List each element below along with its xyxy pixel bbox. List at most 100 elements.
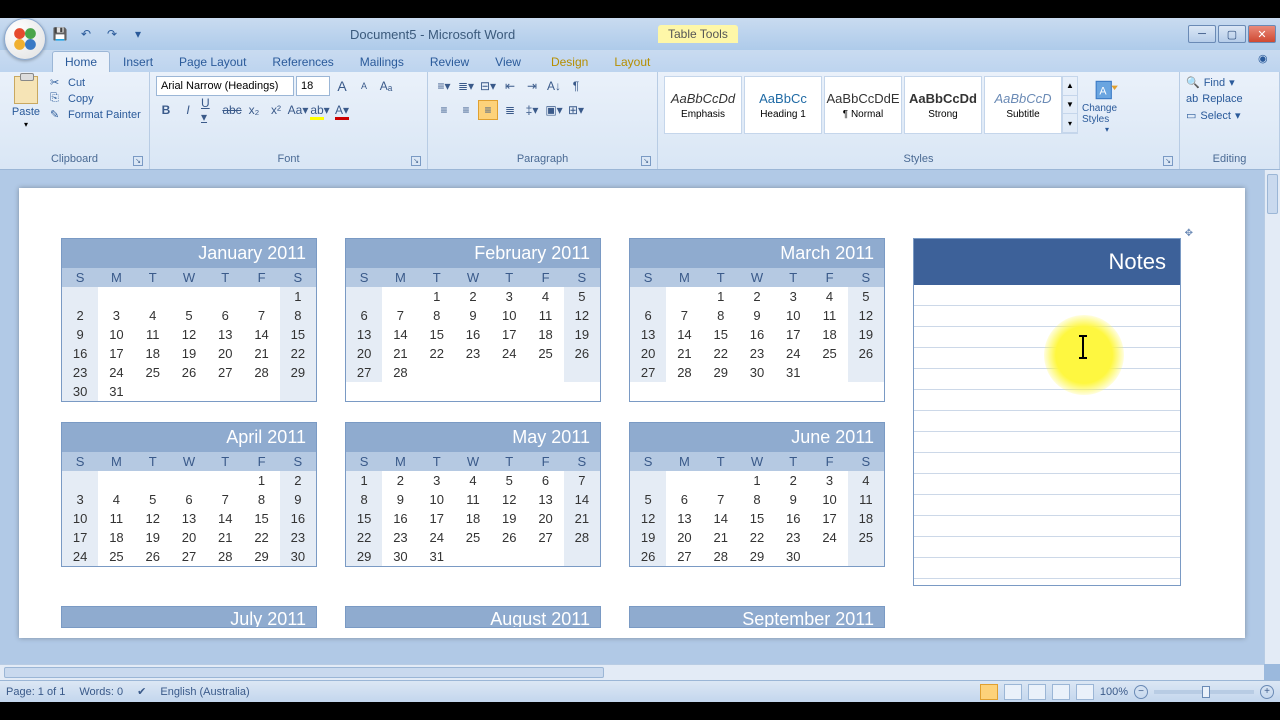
group-styles: AaBbCcDdEmphasisAaBbCcHeading 1AaBbCcDdE… <box>658 72 1180 169</box>
word-count[interactable]: Words: 0 <box>79 686 123 698</box>
bold-button[interactable]: B <box>156 100 176 120</box>
group-editing: 🔍Find ▾ abReplace ▭Select ▾ Editing <box>1180 72 1280 169</box>
align-center-button[interactable]: ≡ <box>456 100 476 120</box>
group-font: Arial Narrow (Headings) 18 A A Aₐ B I U … <box>150 72 428 169</box>
align-right-button[interactable]: ≡ <box>478 100 498 120</box>
tab-insert[interactable]: Insert <box>110 51 166 72</box>
change-case-button[interactable]: Aa▾ <box>288 100 308 120</box>
save-icon[interactable]: 💾 <box>52 26 68 42</box>
table-anchor-icon[interactable]: ✥ <box>1185 228 1193 239</box>
grow-font-button[interactable]: A <box>332 76 352 96</box>
tab-references[interactable]: References <box>259 51 346 72</box>
find-button[interactable]: 🔍Find ▾ <box>1186 76 1273 89</box>
font-dialog-icon[interactable]: ↘ <box>411 156 421 166</box>
full-screen-view[interactable] <box>1004 684 1022 700</box>
font-name-combo[interactable]: Arial Narrow (Headings) <box>156 76 294 96</box>
proofing-icon[interactable]: ✔ <box>137 685 146 698</box>
inc-indent-button[interactable]: ⇥ <box>522 76 542 96</box>
style-emphasis[interactable]: AaBbCcDdEmphasis <box>664 76 742 134</box>
maximize-button[interactable]: ▢ <box>1218 25 1246 43</box>
change-styles-button[interactable]: A Change Styles▾ <box>1082 76 1132 134</box>
tab-page-layout[interactable]: Page Layout <box>166 51 259 72</box>
styles-label: Styles <box>904 153 934 165</box>
zoom-level[interactable]: 100% <box>1100 686 1128 698</box>
close-button[interactable]: ✕ <box>1248 25 1276 43</box>
context-tab-design[interactable]: Design <box>538 51 601 72</box>
paragraph-dialog-icon[interactable]: ↘ <box>641 156 651 166</box>
line-spacing-button[interactable]: ‡▾ <box>522 100 542 120</box>
italic-button[interactable]: I <box>178 100 198 120</box>
align-left-button[interactable]: ≡ <box>434 100 454 120</box>
format-painter-button[interactable]: ✎Format Painter <box>50 108 141 122</box>
month-may-2011: May 2011SMTWTFS1234567891011121314151617… <box>345 422 601 567</box>
office-button[interactable] <box>4 18 46 60</box>
group-paragraph: ≡▾ ≣▾ ⊟▾ ⇤ ⇥ A↓ ¶ ≡ ≡ ≡ ≣ ‡▾ ▣▾ ⊞▾ Parag… <box>428 72 658 169</box>
minimize-button[interactable]: ─ <box>1188 25 1216 43</box>
style-scroll[interactable]: ▲▼▾ <box>1062 76 1078 134</box>
find-icon: 🔍 <box>1186 76 1200 89</box>
bullets-button[interactable]: ≡▾ <box>434 76 454 96</box>
web-layout-view[interactable] <box>1028 684 1046 700</box>
redo-icon[interactable]: ↷ <box>104 26 120 42</box>
select-icon: ▭ <box>1186 109 1196 122</box>
month-april-2011: April 2011SMTWTFS12345678910111213141516… <box>61 422 317 567</box>
page-indicator[interactable]: Page: 1 of 1 <box>6 686 65 698</box>
zoom-slider[interactable] <box>1154 690 1254 694</box>
underline-button[interactable]: U ▾ <box>200 100 220 120</box>
context-tab-layout[interactable]: Layout <box>601 51 663 72</box>
numbering-button[interactable]: ≣▾ <box>456 76 476 96</box>
shrink-font-button[interactable]: A <box>354 76 374 96</box>
ribbon-tabs: HomeInsertPage LayoutReferencesMailingsR… <box>0 50 1280 72</box>
styles-dialog-icon[interactable]: ↘ <box>1163 156 1173 166</box>
editing-label: Editing <box>1213 153 1247 165</box>
replace-button[interactable]: abReplace <box>1186 93 1273 105</box>
replace-icon: ab <box>1186 93 1198 105</box>
style-subtitle[interactable]: AaBbCcDSubtitle <box>984 76 1062 134</box>
notes-panel: Notes <box>913 238 1181 586</box>
undo-icon[interactable]: ↶ <box>78 26 94 42</box>
help-icon[interactable]: ◉ <box>1258 52 1274 68</box>
print-layout-view[interactable] <box>980 684 998 700</box>
font-size-combo[interactable]: 18 <box>296 76 330 96</box>
paste-button[interactable]: Paste ▾ <box>6 76 46 129</box>
dec-indent-button[interactable]: ⇤ <box>500 76 520 96</box>
tab-home[interactable]: Home <box>52 51 110 72</box>
justify-button[interactable]: ≣ <box>500 100 520 120</box>
document-scroll[interactable]: January 2011SMTWTFS123456789101112131415… <box>0 170 1264 664</box>
vertical-scrollbar[interactable] <box>1264 170 1280 664</box>
highlight-button[interactable]: ab▾ <box>310 100 330 120</box>
style---normal[interactable]: AaBbCcDdE¶ Normal <box>824 76 902 134</box>
outline-view[interactable] <box>1052 684 1070 700</box>
month-march-2011: March 2011SMTWTFS12345678910111213141516… <box>629 238 885 402</box>
tab-view[interactable]: View <box>482 51 534 72</box>
shading-button[interactable]: ▣▾ <box>544 100 564 120</box>
draft-view[interactable] <box>1076 684 1094 700</box>
style-strong[interactable]: AaBbCcDdStrong <box>904 76 982 134</box>
subscript-button[interactable]: x₂ <box>244 100 264 120</box>
language-indicator[interactable]: English (Australia) <box>160 686 249 698</box>
clear-format-button[interactable]: Aₐ <box>376 76 396 96</box>
cut-button[interactable]: ✂Cut <box>50 76 141 90</box>
select-button[interactable]: ▭Select ▾ <box>1186 109 1273 122</box>
superscript-button[interactable]: x² <box>266 100 286 120</box>
notes-body[interactable] <box>914 285 1180 585</box>
page[interactable]: January 2011SMTWTFS123456789101112131415… <box>19 188 1245 638</box>
multilevel-button[interactable]: ⊟▾ <box>478 76 498 96</box>
copy-button[interactable]: ⎘Copy <box>50 92 141 106</box>
tab-review[interactable]: Review <box>417 51 482 72</box>
style-heading-1[interactable]: AaBbCcHeading 1 <box>744 76 822 134</box>
borders-button[interactable]: ⊞▾ <box>566 100 586 120</box>
show-marks-button[interactable]: ¶ <box>566 76 586 96</box>
zoom-out-button[interactable]: − <box>1134 685 1148 699</box>
zoom-in-button[interactable]: + <box>1260 685 1274 699</box>
tab-mailings[interactable]: Mailings <box>347 51 417 72</box>
sort-button[interactable]: A↓ <box>544 76 564 96</box>
clipboard-dialog-icon[interactable]: ↘ <box>133 156 143 166</box>
strike-button[interactable]: abc <box>222 100 242 120</box>
month-september-2011: September 2011 <box>629 606 885 628</box>
font-label: Font <box>277 153 299 165</box>
qat-dropdown-icon[interactable]: ▾ <box>130 26 146 42</box>
font-color-button[interactable]: A▾ <box>332 100 352 120</box>
month-august-2011: August 2011 <box>345 606 601 628</box>
horizontal-scrollbar[interactable] <box>0 664 1264 680</box>
